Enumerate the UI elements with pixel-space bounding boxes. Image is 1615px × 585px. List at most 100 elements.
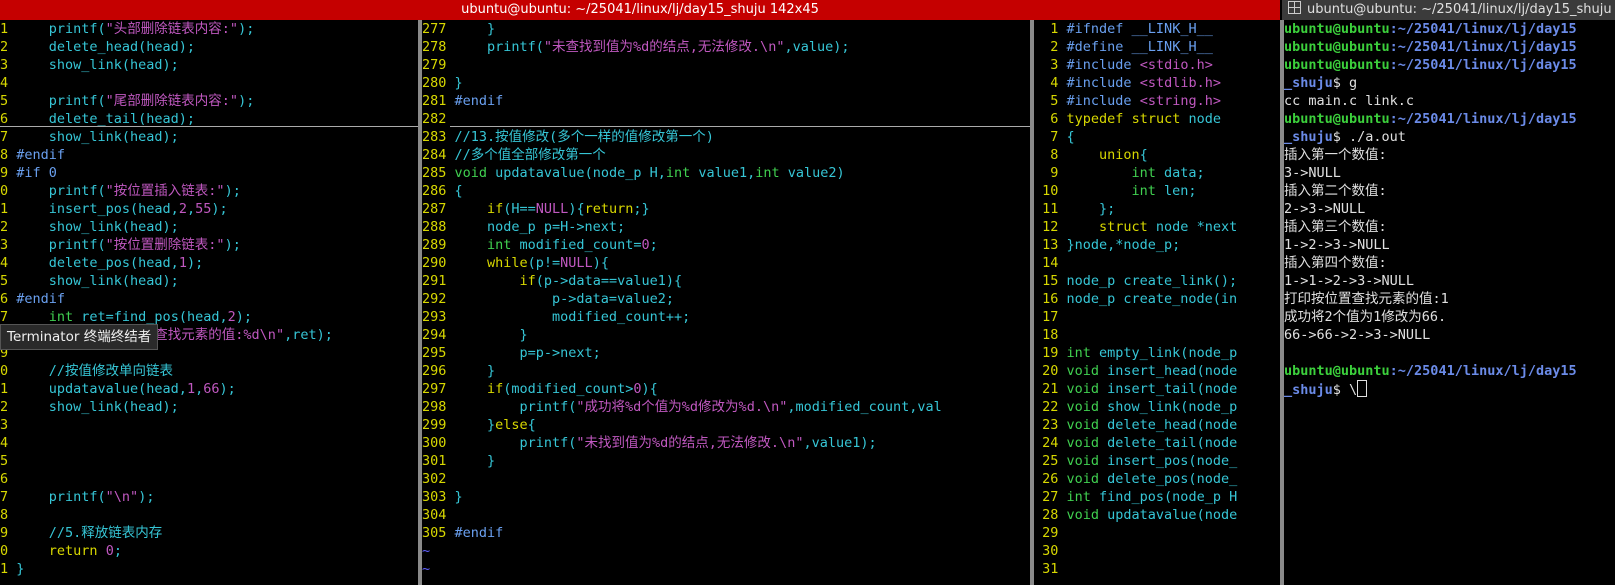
code-line[interactable]: 5 #include <string.h> xyxy=(1034,92,1280,110)
code-line[interactable]: 53 xyxy=(0,416,418,434)
code-line[interactable]: 279 xyxy=(422,56,1030,74)
code-text: show_link(head); xyxy=(8,273,179,289)
code-line[interactable]: 286 { xyxy=(422,182,1030,200)
code-line[interactable]: 31 printf("头部删除链表内容:"); xyxy=(0,20,418,38)
code-line[interactable]: 287 if(H==NULL){return;} xyxy=(422,200,1030,218)
code-line[interactable]: 296 } xyxy=(422,362,1030,380)
code-line[interactable]: 297 if(modified_count>0){ xyxy=(422,380,1030,398)
editor-pane-link-c[interactable]: 277 } 278 printf("未查找到值为%d的结点,无法修改.\n",va… xyxy=(422,20,1030,585)
code-line[interactable]: 305 #endif xyxy=(422,524,1030,542)
code-line[interactable]: 41 insert_pos(head,2,55); xyxy=(0,200,418,218)
code-line[interactable]: 61 } xyxy=(0,560,418,578)
code-line[interactable]: 19 int empty_link(node_p xyxy=(1034,344,1280,362)
code-line[interactable]: 22 void show_link(node_p xyxy=(1034,398,1280,416)
code-line[interactable]: 6 typedef struct node xyxy=(1034,110,1280,128)
code-line[interactable]: 43 printf("按位置删除链表:"); xyxy=(0,236,418,254)
code-line[interactable]: 57 printf("\n"); xyxy=(0,488,418,506)
code-line[interactable]: 51 updatavalue(head,1,66); xyxy=(0,380,418,398)
code-line[interactable]: 24 void delete_tail(node xyxy=(1034,434,1280,452)
code-line[interactable]: 15 node_p create_link(); xyxy=(1034,272,1280,290)
code-line[interactable]: 32 delete_head(head); xyxy=(0,38,418,56)
code-line[interactable]: 45 show_link(head); xyxy=(0,272,418,290)
editor-pane-link-h[interactable]: 1 #ifndef __LINK_H__ 2 #define __LINK_H__… xyxy=(1034,20,1280,585)
code-line[interactable]: 11 }; xyxy=(1034,200,1280,218)
code-line[interactable]: 42 show_link(head); xyxy=(0,218,418,236)
code-line[interactable]: 299 }else{ xyxy=(422,416,1030,434)
terminal-title-bar[interactable]: ubuntu@ubuntu: ~/25041/linux/lj/day15_sh… xyxy=(1282,0,1615,20)
code-line[interactable]: 12 struct node *next xyxy=(1034,218,1280,236)
code-line[interactable]: 52 show_link(head); xyxy=(0,398,418,416)
code-line[interactable]: 301 } xyxy=(422,452,1030,470)
line-number: 54 xyxy=(0,435,9,451)
code-line[interactable]: 300 printf("未找到值为%d的结点,无法修改.\n",value1); xyxy=(422,434,1030,452)
code-line[interactable]: 8 union{ xyxy=(1034,146,1280,164)
code-line[interactable]: 59 //5.释放链表内存 xyxy=(0,524,418,542)
code-line[interactable]: 280 } xyxy=(422,74,1030,92)
code-line[interactable]: 39 #if 0 xyxy=(0,164,418,182)
code-line[interactable]: 31 xyxy=(1034,560,1280,578)
code-line[interactable]: 277 } xyxy=(422,20,1030,38)
code-line[interactable]: 20 void insert_head(node xyxy=(1034,362,1280,380)
code-line[interactable]: 29 xyxy=(1034,524,1280,542)
code-line[interactable]: 37 show_link(head); xyxy=(0,128,418,146)
code-text: struct node *next xyxy=(1099,219,1238,235)
code-line[interactable]: 30 xyxy=(1034,542,1280,560)
line-number: 20 xyxy=(1042,363,1059,379)
code-line[interactable]: 284 //多个值全部修改第一个 xyxy=(422,146,1030,164)
code-line[interactable]: 44 delete_pos(head,1); xyxy=(0,254,418,272)
code-line[interactable]: 3 #include <stdio.h> xyxy=(1034,56,1280,74)
code-line[interactable]: 295 p=p->next; xyxy=(422,344,1030,362)
code-line[interactable]: 1 #ifndef __LINK_H__ xyxy=(1034,20,1280,38)
code-line[interactable]: 290 while(p!=NULL){ xyxy=(422,254,1030,272)
code-line[interactable]: 292 p->data=value2; xyxy=(422,290,1030,308)
code-line[interactable]: 40 printf("按位置插入链表:"); xyxy=(0,182,418,200)
code-line[interactable]: 9 int data; xyxy=(1034,164,1280,182)
code-line[interactable]: 16 node_p create_node(in xyxy=(1034,290,1280,308)
code-line[interactable]: 25 void insert_pos(node_ xyxy=(1034,452,1280,470)
line-number: 279 xyxy=(422,57,447,73)
code-line[interactable]: 28 void updatavalue(node xyxy=(1034,506,1280,524)
code-line[interactable]: 58 xyxy=(0,506,418,524)
code-line[interactable]: 50 //按值修改单向链表 xyxy=(0,362,418,380)
code-line[interactable]: 56 xyxy=(0,470,418,488)
code-line[interactable]: 34 xyxy=(0,74,418,92)
code-line[interactable]: 10 int len; xyxy=(1034,182,1280,200)
code-line[interactable]: 33 show_link(head); xyxy=(0,56,418,74)
code-line[interactable]: 54 xyxy=(0,434,418,452)
code-line[interactable]: 303 } xyxy=(422,488,1030,506)
editor-pane-main-c[interactable]: 31 printf("头部删除链表内容:");32 delete_head(he… xyxy=(0,20,418,585)
code-line[interactable]: 13 }node,*node_p; xyxy=(1034,236,1280,254)
line-number: 301 xyxy=(422,453,447,469)
code-line[interactable]: 298 printf("成功将%d个值为%d修改为%d.\n",modified… xyxy=(422,398,1030,416)
code-line[interactable]: ~ xyxy=(422,542,1030,560)
code-line[interactable]: 304 xyxy=(422,506,1030,524)
code-line[interactable]: 38 #endif xyxy=(0,146,418,164)
code-line[interactable]: 294 } xyxy=(422,326,1030,344)
code-line[interactable]: 289 int modified_count=0; xyxy=(422,236,1030,254)
code-line[interactable]: 283 //13.按值修改(多个一样的值修改第一个) xyxy=(422,128,1030,146)
code-line[interactable]: 60 return 0; xyxy=(0,542,418,560)
code-line[interactable]: 18 xyxy=(1034,326,1280,344)
code-line[interactable]: 35 printf("尾部删除链表内容:"); xyxy=(0,92,418,110)
code-line[interactable]: 55 xyxy=(0,452,418,470)
code-line[interactable]: ~ xyxy=(422,560,1030,578)
code-line[interactable]: 23 void delete_head(node xyxy=(1034,416,1280,434)
code-line[interactable]: 281 #endif xyxy=(422,92,1030,110)
code-line[interactable]: 14 xyxy=(1034,254,1280,272)
code-line[interactable]: 2 #define __LINK_H__ xyxy=(1034,38,1280,56)
code-line[interactable]: 26 void delete_pos(node_ xyxy=(1034,470,1280,488)
code-line[interactable]: 278 printf("未查找到值为%d的结点,无法修改.\n",value); xyxy=(422,38,1030,56)
window-title-bar[interactable]: ubuntu@ubuntu: ~/25041/linux/lj/day15_sh… xyxy=(0,0,1280,20)
code-line[interactable]: 21 void insert_tail(node xyxy=(1034,380,1280,398)
code-line[interactable]: 293 modified_count++; xyxy=(422,308,1030,326)
code-line[interactable]: 4 #include <stdlib.h> xyxy=(1034,74,1280,92)
code-line[interactable]: 291 if(p->data==value1){ xyxy=(422,272,1030,290)
code-line[interactable]: 285 void updatavalue(node_p H,int value1… xyxy=(422,164,1030,182)
code-line[interactable]: 288 node_p p=H->next; xyxy=(422,218,1030,236)
terminal-pane[interactable]: ubuntu@ubuntu:~/25041/linux/lj/day15 ubun… xyxy=(1284,20,1615,585)
code-line[interactable]: 302 xyxy=(422,470,1030,488)
code-line[interactable]: 7 { xyxy=(1034,128,1280,146)
code-line[interactable]: 27 int find_pos(node_p H xyxy=(1034,488,1280,506)
code-line[interactable]: 17 xyxy=(1034,308,1280,326)
code-line[interactable]: 46 #endif xyxy=(0,290,418,308)
